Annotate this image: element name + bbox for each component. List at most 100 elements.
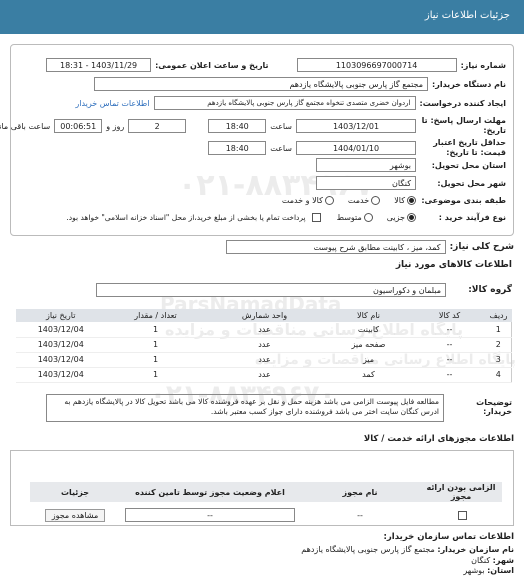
- item-date: 1403/12/04: [16, 322, 106, 338]
- col-date-header: تاریخ نیاز: [16, 309, 106, 322]
- buyer-label: نام دستگاه خریدار:: [432, 79, 506, 89]
- table-row[interactable]: 4 -- کمد عدد 1 1403/12/04: [16, 367, 512, 383]
- requester-row: ایجاد کننده درخواست: اردوان خضری متصدی ت…: [75, 96, 506, 110]
- deadline-label: مهلت ارسال پاسخ: تا تاریخ:: [421, 116, 506, 135]
- announce-field[interactable]: 1403/11/29 - 18:31: [46, 58, 152, 72]
- category-option-goods[interactable]: کالا: [394, 196, 416, 205]
- page-title: جزئیات اطلاعات نیاز: [424, 10, 510, 21]
- lic-name-header: نام مجوز: [300, 482, 420, 502]
- buyer-field[interactable]: مجتمع گاز پارس جنوبی پالایشگاه یازدهم: [94, 77, 429, 91]
- licenses-table-header: الزامی بودن ارائه مجوز نام مجوز اعلام وض…: [30, 482, 502, 502]
- lic-details-cell: مشاهده مجوز: [30, 502, 120, 528]
- province-field[interactable]: بوشهر: [316, 158, 416, 172]
- days-field[interactable]: 2: [128, 119, 187, 133]
- table-row[interactable]: 3 -- میز عدد 1 1403/12/04: [16, 352, 512, 368]
- goods-section-title: اطلاعات کالاهای مورد نیاز: [395, 260, 512, 270]
- buyer-notes-label: توضیحات خریدار:: [476, 398, 512, 416]
- table-row[interactable]: 2 -- صفحه میز عدد 1 1403/12/04: [16, 337, 512, 353]
- contact-province-label: استان:: [487, 566, 514, 575]
- col-unit-header: واحد شمارش: [205, 309, 324, 322]
- category-label: طبقه بندی موضوعی:: [421, 196, 506, 205]
- col-name-header: نام کالا: [323, 309, 414, 322]
- city-field[interactable]: کنگان: [316, 176, 416, 190]
- contact-org-row: نام سازمان خریدار: مجتمع گاز پارس جنوبی …: [301, 545, 514, 554]
- table-row[interactable]: 1 -- کابینت عدد 1 1403/12/04: [16, 322, 512, 338]
- view-license-button[interactable]: مشاهده مجوز: [44, 508, 106, 522]
- row-number: 4: [485, 367, 512, 383]
- item-unit: عدد: [205, 352, 324, 368]
- process-option-medium[interactable]: متوسط: [337, 213, 373, 222]
- lic-status-cell: --: [120, 502, 300, 528]
- announce-label: تاریخ و ساعت اعلان عمومی:: [155, 60, 269, 70]
- col-code-header: کد کالا: [413, 309, 486, 322]
- city-label: شهر محل تحویل:: [437, 178, 506, 188]
- item-code: --: [413, 367, 486, 383]
- deadline-date-field[interactable]: 1403/12/01: [296, 119, 416, 133]
- requester-field[interactable]: اردوان خضری متصدی تنخواه مجتمع گاز پارس …: [153, 96, 416, 110]
- goods-group-field[interactable]: مبلمان و دکوراسیون: [96, 283, 446, 297]
- radio-icon: [363, 213, 373, 222]
- deadline-hour-label: ساعت: [270, 121, 292, 131]
- goods-group-label: گروه کالا:: [468, 285, 512, 295]
- contact-org-label: نام سازمان خریدار:: [437, 545, 514, 554]
- item-unit: عدد: [205, 322, 324, 338]
- province-row: استان محل تحویل: بوشهر: [316, 158, 506, 172]
- item-qty: 1: [105, 322, 206, 338]
- radio-icon: [324, 196, 334, 205]
- item-name: صفحه میز: [323, 337, 414, 353]
- contact-city-label: شهر:: [492, 556, 514, 565]
- lic-status-select[interactable]: --: [125, 508, 295, 522]
- category-row: طبقه بندی موضوعی: کالا خدمت کالا و خدمت: [282, 196, 506, 205]
- item-unit: عدد: [205, 367, 324, 383]
- buyer-notes-field[interactable]: مطالعه فایل پیوست الزامی می باشد هزینه ح…: [46, 394, 444, 422]
- treasury-checkbox[interactable]: [311, 213, 321, 222]
- process-row: نوع فرآیند خرید : جزیی متوسط پرداخت تمام…: [66, 213, 506, 222]
- item-name: کمد: [323, 367, 414, 383]
- contact-city-row: شهر: کنگان: [471, 556, 514, 565]
- lic-required-header: الزامی بودن ارائه مجوز: [420, 482, 502, 502]
- need-number-row: شماره نیاز: 1103096697000714 تاریخ و ساع…: [46, 58, 506, 72]
- item-qty: 1: [105, 352, 206, 368]
- remaining-time-field[interactable]: 00:06:51: [54, 119, 103, 133]
- validity-date-field[interactable]: 1404/01/10: [296, 141, 416, 155]
- licenses-table: الزامی بودن ارائه مجوز نام مجوز اعلام وض…: [30, 482, 502, 528]
- col-qty-header: تعداد / مقدار: [105, 309, 206, 322]
- validity-row: حداقل تاریخ اعتبار قیمت: تا تاریخ: 1404/…: [208, 138, 506, 158]
- payment-note: پرداخت تمام یا بخشی از مبلغ خرید،از محل …: [66, 213, 306, 222]
- item-code: --: [413, 337, 486, 353]
- deadline-hour-field[interactable]: 18:40: [208, 119, 267, 133]
- item-name: میز: [323, 352, 414, 368]
- row-number: 3: [485, 352, 512, 368]
- contact-section-title: اطلاعات تماس سازمان خریدار:: [383, 532, 514, 542]
- row-number: 2: [485, 337, 512, 353]
- lic-status-header: اعلام وضعیت مجوز توسط تامین کننده: [120, 482, 300, 502]
- province-label: استان محل تحویل:: [431, 160, 506, 170]
- validity-label: حداقل تاریخ اعتبار قیمت: تا تاریخ:: [433, 138, 506, 157]
- process-option-minor[interactable]: جزیی: [387, 213, 416, 222]
- item-date: 1403/12/04: [16, 367, 106, 383]
- summary-field[interactable]: کمد، میز ، کابینت مطابق شرح پیوست: [225, 240, 446, 254]
- remaining-label: ساعت باقی مانده: [0, 121, 51, 131]
- item-qty: 1: [105, 337, 206, 353]
- item-date: 1403/12/04: [16, 352, 106, 368]
- deadline-row: مهلت ارسال پاسخ: تا تاریخ: 1403/12/01 سا…: [0, 116, 506, 136]
- summary-row: شرح کلی نیاز: کمد، میز ، کابینت مطابق شر…: [225, 240, 514, 254]
- category-option-service[interactable]: خدمت: [348, 196, 381, 205]
- need-number-label: شماره نیاز:: [460, 60, 506, 70]
- item-code: --: [413, 352, 486, 368]
- lic-name-cell: --: [357, 510, 363, 520]
- required-checkbox[interactable]: [457, 510, 467, 520]
- summary-label: شرح کلی نیاز:: [449, 242, 514, 252]
- buyer-contact-link[interactable]: اطلاعات تماس خریدار: [75, 99, 149, 108]
- city-row: شهر محل تحویل: کنگان: [316, 176, 506, 190]
- radio-icon: [371, 196, 381, 205]
- contact-city-value: کنگان: [471, 556, 491, 565]
- need-number-field[interactable]: 1103096697000714: [296, 58, 457, 72]
- radio-icon: [407, 196, 416, 205]
- category-option-goods-service[interactable]: کالا و خدمت: [282, 196, 334, 205]
- item-qty: 1: [105, 367, 206, 383]
- item-code: --: [413, 322, 486, 338]
- buyer-row: نام دستگاه خریدار: مجتمع گاز پارس جنوبی …: [94, 77, 506, 91]
- page-title-bar: جزئیات اطلاعات نیاز: [0, 0, 524, 34]
- validity-hour-field[interactable]: 18:40: [208, 141, 267, 155]
